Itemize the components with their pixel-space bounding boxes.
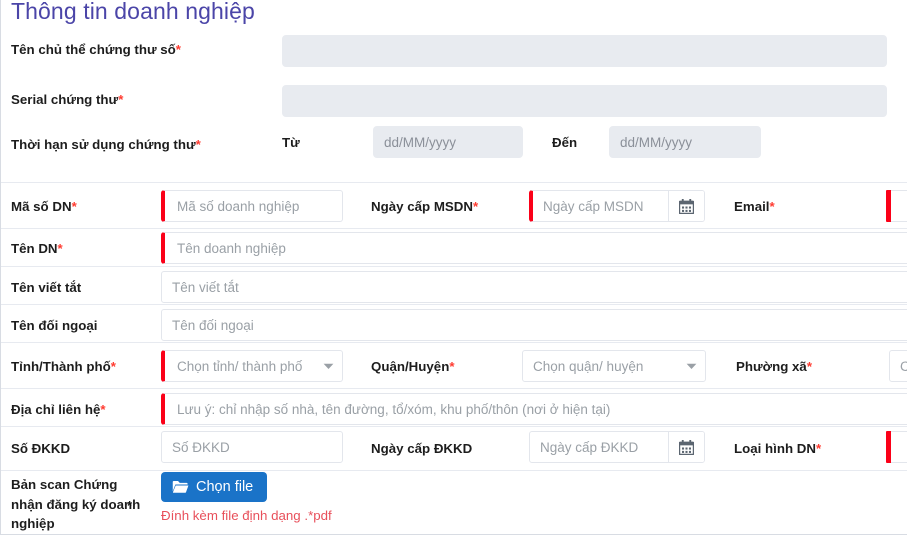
business-info-form: Thông tin doanh nghiệp Tên chủ thể chứng… [0,0,907,535]
label-scan-file: Bản scan Chứng nhận đăng ký doanh nghiệp [11,477,141,532]
required-asterisk: * [118,92,124,107]
select-business-type[interactable] [891,431,907,463]
required-asterisk: * [449,359,455,374]
required-asterisk: * [100,402,106,417]
label-business-type: Loại hình DN* [734,441,822,456]
label-cert-serial: Serial chứng thư* [11,92,124,107]
select-ward[interactable]: C [889,350,907,382]
calendar-icon[interactable] [668,432,704,462]
page-title: Thông tin doanh nghiệp [11,0,255,24]
required-asterisk: * [472,199,479,214]
required-asterisk: * [110,359,116,374]
row-address: Địa chỉ liên hệ* Lưu ý: chỉ nhập số nhà,… [1,388,907,426]
label-business-code: Mã số DN* [11,199,77,214]
choose-file-label: Chọn file [196,479,254,495]
row-location: Tỉnh/Thành phố* Chọn tỉnh/ thành phố Quậ… [1,342,907,388]
input-cert-subject[interactable] [282,35,887,67]
required-asterisk-scan-file: * [127,498,133,513]
required-asterisk: * [769,199,775,214]
input-dkkd-number[interactable]: Số ĐKKD [161,431,343,463]
input-business-name[interactable]: Tên doanh nghiệp [161,232,907,264]
required-asterisk: * [71,199,77,214]
calendar-icon[interactable] [668,191,704,221]
label-district: Quận/Huyện* [371,359,455,374]
row-scan-file: Bản scan Chứng nhận đăng ký doanh nghiệp… [1,470,907,534]
label-dkkd-number: Số ĐKKD [11,441,71,456]
label-validity-to: Đến [552,135,578,150]
chevron-down-icon[interactable] [315,363,334,370]
row-dkkd: Số ĐKKD Số ĐKKD Ngày cấp ĐKKD Ngày cấp Đ… [1,426,907,470]
input-email[interactable] [891,190,907,222]
required-asterisk: * [175,42,181,57]
row-business-name: Tên DN* Tên doanh nghiệp [1,228,907,266]
file-format-hint: Đính kèm file định dạng .*pdf [161,508,332,523]
required-asterisk: * [57,241,63,256]
label-province: Tỉnh/Thành phố* [11,359,116,374]
select-district[interactable]: Chọn quận/ huyện [522,350,706,382]
choose-file-button[interactable]: Chọn file [161,472,268,502]
input-validity-from[interactable]: dd/MM/yyyy [373,126,523,158]
row-business-code: Mã số DN* Mã số doanh nghiệp Ngày cấp MS… [1,182,907,228]
chevron-down-icon[interactable] [678,363,697,370]
label-foreign-name: Tên đối ngoại [11,318,98,333]
label-short-name: Tên viết tắt [11,280,82,295]
row-foreign-name: Tên đối ngoại Tên đối ngoại [1,304,907,342]
input-dkkd-date[interactable]: Ngày cấp ĐKKD [530,432,668,462]
input-validity-to[interactable]: dd/MM/yyyy [609,126,761,158]
required-asterisk: * [806,359,812,374]
select-district-value: Chọn quận/ huyện [533,358,644,374]
label-email: Email* [734,199,775,214]
label-cert-validity: Thời hạn sử dụng chứng thư* [11,137,201,152]
input-group-msdn-date[interactable]: Ngày cấp MSDN [529,190,705,222]
row-short-name: Tên viết tắt Tên viết tắt [1,266,907,304]
input-msdn-date[interactable]: Ngày cấp MSDN [533,191,668,221]
label-dkkd-date: Ngày cấp ĐKKD [371,441,473,456]
select-province-value: Chọn tỉnh/ thành phố [177,358,303,374]
row-cert-subject: Tên chủ thể chứng thư số* [1,30,907,70]
row-cert-validity: Thời hạn sử dụng chứng thư* Từ dd/MM/yyy… [1,126,907,170]
required-asterisk: * [195,137,201,152]
input-cert-serial[interactable] [282,85,887,117]
label-cert-subject: Tên chủ thể chứng thư số* [11,42,181,57]
row-cert-serial: Serial chứng thư* [1,80,907,120]
label-validity-from: Từ [282,135,300,150]
input-short-name[interactable]: Tên viết tắt [161,271,907,303]
label-msdn-date: Ngày cấp MSDN* [371,199,479,214]
input-business-code[interactable]: Mã số doanh nghiệp [161,190,343,222]
input-group-dkkd-date[interactable]: Ngày cấp ĐKKD [529,431,705,463]
select-province[interactable]: Chọn tỉnh/ thành phố [161,350,343,382]
folder-icon [172,480,189,494]
input-address[interactable]: Lưu ý: chỉ nhập số nhà, tên đường, tổ/xó… [161,393,907,425]
required-asterisk: * [816,441,822,456]
label-address: Địa chỉ liên hệ* [11,402,106,417]
label-business-name: Tên DN* [11,241,63,256]
input-foreign-name[interactable]: Tên đối ngoại [161,309,907,341]
label-ward: Phường xã* [736,359,812,374]
